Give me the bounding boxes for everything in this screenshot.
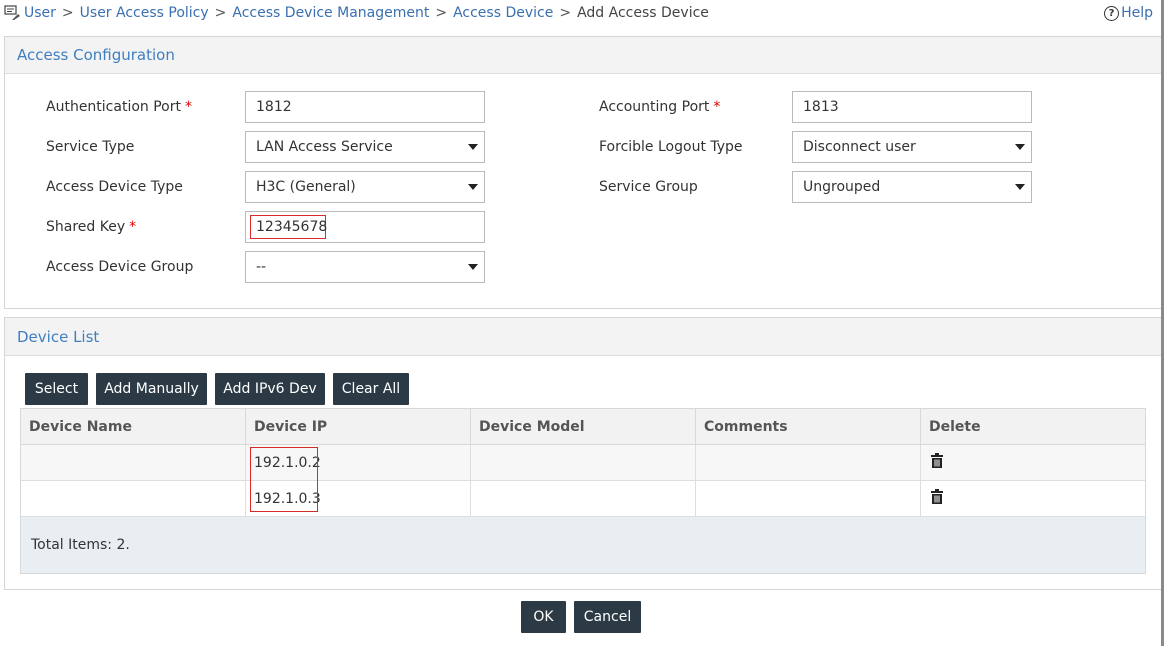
chevron-down-icon <box>468 184 478 190</box>
chevron-down-icon <box>468 264 478 270</box>
shared-key-label-text: Shared Key <box>46 219 126 235</box>
forcible-logout-type-value: Disconnect user <box>803 139 916 155</box>
chevron-down-icon <box>468 144 478 150</box>
breadcrumb-current: Add Access Device <box>577 5 709 21</box>
breadcrumb: User > User Access Policy > Access Devic… <box>4 4 709 22</box>
device-table: Device Name Device IP Device Model Comme… <box>20 408 1146 574</box>
device-list-title: Device List <box>17 328 100 346</box>
panel-header: Device List <box>5 318 1161 356</box>
access-device-group-label: Access Device Group <box>46 259 194 275</box>
service-group-value: Ungrouped <box>803 179 881 195</box>
panel-header: Access Configuration <box>5 37 1161 74</box>
column-header-device-name[interactable]: Device Name <box>21 409 246 445</box>
access-device-type-select[interactable]: H3C (General) <box>245 171 485 203</box>
service-group-select[interactable]: Ungrouped <box>792 171 1032 203</box>
shared-key-highlight: 12345678 <box>250 215 328 239</box>
breadcrumb-separator: > <box>559 5 572 21</box>
authentication-port-label-text: Authentication Port <box>46 99 181 115</box>
required-mark: * <box>184 99 192 115</box>
total-items: Total Items: 2. <box>31 537 130 553</box>
authentication-port-value: 1812 <box>256 99 292 115</box>
forcible-logout-type-select[interactable]: Disconnect user <box>792 131 1032 163</box>
trash-icon[interactable] <box>931 489 943 504</box>
help-circle-icon: ? <box>1104 5 1120 21</box>
user-policy-icon <box>4 5 21 21</box>
accounting-port-input[interactable]: 1813 <box>792 91 1032 123</box>
table-footer: Total Items: 2. <box>21 517 1145 573</box>
service-type-value: LAN Access Service <box>256 139 393 155</box>
device-ip-highlight <box>250 447 318 512</box>
cancel-button[interactable]: Cancel <box>574 601 641 633</box>
accounting-port-value: 1813 <box>803 99 839 115</box>
help-link[interactable]: ? Help <box>1104 4 1153 22</box>
breadcrumb-separator: > <box>61 5 74 21</box>
accounting-port-label-text: Accounting Port <box>599 99 710 115</box>
row1-comments <box>696 445 921 481</box>
chevron-down-icon <box>1015 144 1025 150</box>
breadcrumb-separator: > <box>214 5 227 21</box>
row1-device-model <box>471 445 696 481</box>
row2-device-name <box>21 481 246 517</box>
required-mark: * <box>713 99 721 115</box>
breadcrumb-user[interactable]: User <box>24 5 56 21</box>
select-button[interactable]: Select <box>25 373 88 405</box>
row2-comments <box>696 481 921 517</box>
breadcrumb-separator: > <box>435 5 448 21</box>
add-ipv6-device-button[interactable]: Add IPv6 Dev <box>215 373 325 405</box>
breadcrumb-user-access-policy[interactable]: User Access Policy <box>80 5 209 21</box>
required-mark: * <box>129 219 137 235</box>
row1-delete-cell <box>921 445 1145 481</box>
column-header-device-ip[interactable]: Device IP <box>246 409 471 445</box>
shared-key-label: Shared Key * <box>46 219 136 235</box>
service-group-label: Service Group <box>599 179 698 195</box>
trash-icon[interactable] <box>931 453 943 468</box>
access-device-group-select[interactable]: -- <box>245 251 485 283</box>
access-device-type-value: H3C (General) <box>256 179 356 195</box>
access-device-group-value: -- <box>256 259 267 275</box>
ok-button[interactable]: OK <box>521 601 566 633</box>
access-device-type-label: Access Device Type <box>46 179 183 195</box>
access-configuration-title: Access Configuration <box>17 46 175 64</box>
add-manually-button[interactable]: Add Manually <box>96 373 207 405</box>
accounting-port-label: Accounting Port * <box>599 99 720 115</box>
row2-device-model <box>471 481 696 517</box>
clear-all-button[interactable]: Clear All <box>333 373 409 405</box>
service-type-label: Service Type <box>46 139 135 155</box>
forcible-logout-type-label: Forcible Logout Type <box>599 139 743 155</box>
authentication-port-label: Authentication Port * <box>46 99 192 115</box>
chevron-down-icon <box>1015 184 1025 190</box>
row2-delete-cell <box>921 481 1145 517</box>
authentication-port-input[interactable]: 1812 <box>245 91 485 123</box>
column-header-comments[interactable]: Comments <box>696 409 921 445</box>
service-type-select[interactable]: LAN Access Service <box>245 131 485 163</box>
shared-key-value: 12345678 <box>256 219 328 235</box>
breadcrumb-access-device-management[interactable]: Access Device Management <box>232 5 429 21</box>
column-header-delete: Delete <box>921 409 1145 445</box>
help-label: Help <box>1121 5 1153 21</box>
breadcrumb-access-device[interactable]: Access Device <box>453 5 553 21</box>
row1-device-name <box>21 445 246 481</box>
column-header-device-model[interactable]: Device Model <box>471 409 696 445</box>
